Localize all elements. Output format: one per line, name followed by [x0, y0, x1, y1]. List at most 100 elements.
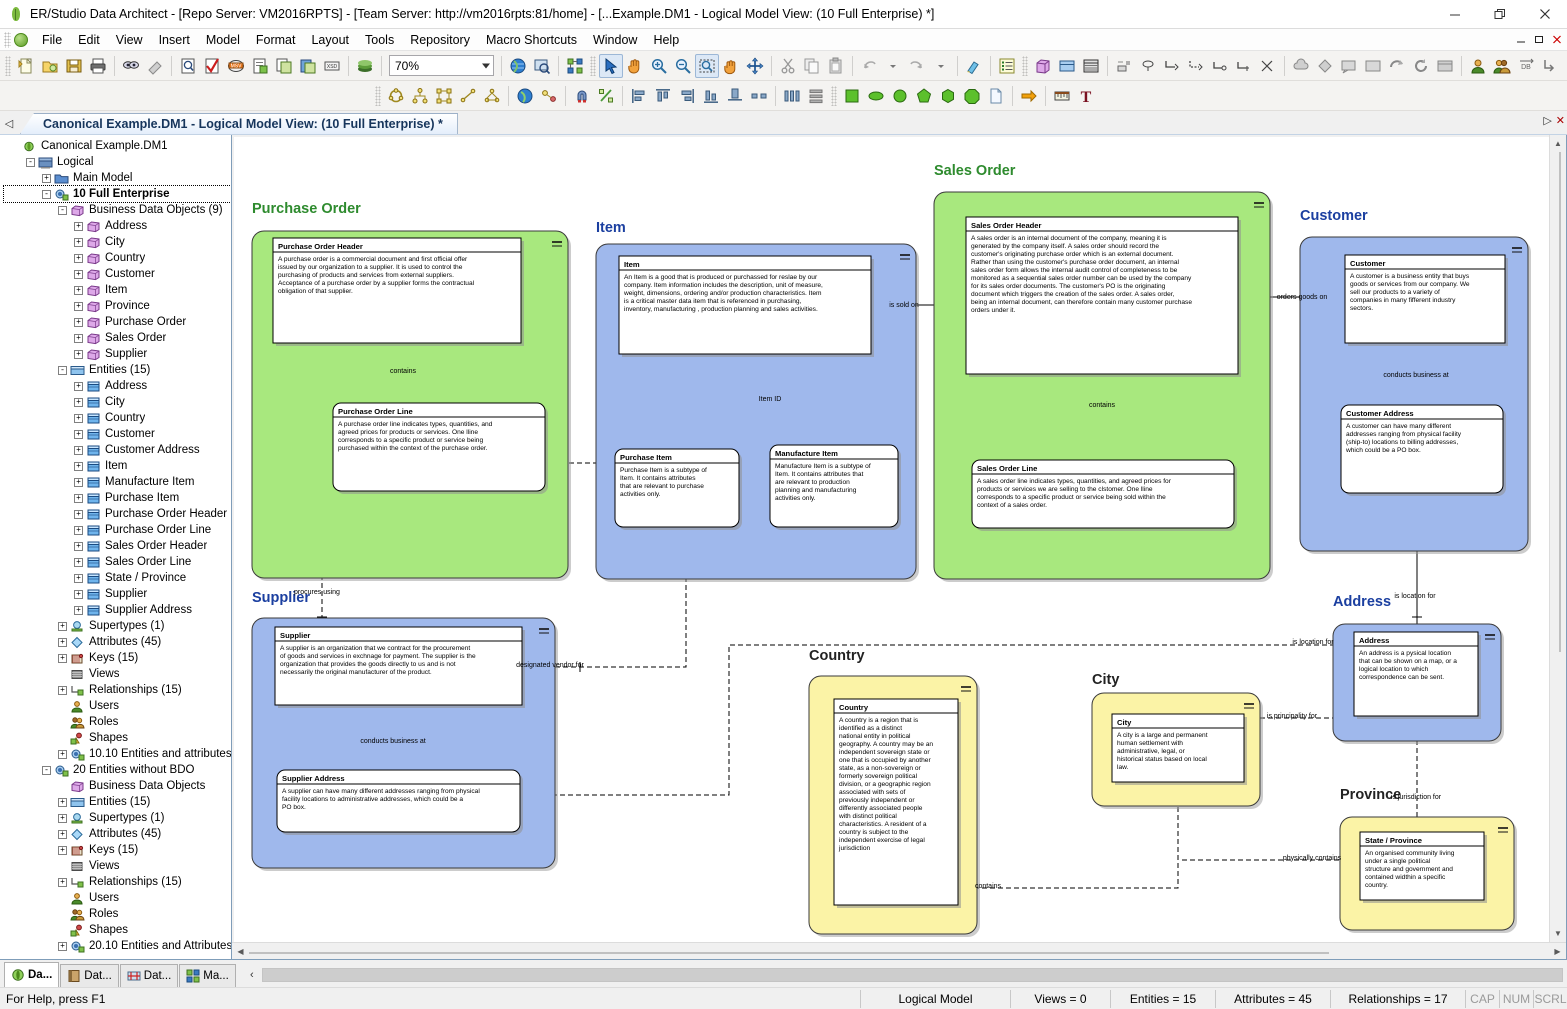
- tree-node[interactable]: + Customer: [4, 266, 231, 282]
- menu-grip-handle[interactable]: [4, 31, 11, 48]
- tree-node[interactable]: Users: [4, 698, 231, 714]
- tree-expand-icon[interactable]: +: [58, 845, 67, 855]
- tree-expand-icon[interactable]: +: [74, 605, 83, 615]
- toolbar-grip-handle-2[interactable]: [590, 55, 596, 76]
- tree-collapse-icon[interactable]: -: [58, 205, 67, 215]
- menu-item-macro-shortcuts[interactable]: Macro Shortcuts: [478, 31, 585, 49]
- entity-box[interactable]: State / ProvinceAn organised community l…: [1359, 831, 1487, 903]
- model-explorer-tree[interactable]: Canonical Example.DM1- Logical + Main Model…: [0, 135, 232, 960]
- tab-scroll-left-icon[interactable]: ◁: [0, 112, 18, 134]
- tree-collapse-icon[interactable]: -: [42, 765, 51, 775]
- fill-hexagon-icon[interactable]: [936, 84, 960, 108]
- menu-item-help[interactable]: Help: [645, 31, 687, 49]
- tree-node[interactable]: + Keys (15): [4, 650, 231, 666]
- print-preview-icon[interactable]: [176, 54, 200, 78]
- tree-expand-icon[interactable]: +: [58, 877, 67, 887]
- macro-icon[interactable]: [563, 54, 587, 78]
- globe-icon[interactable]: [506, 54, 530, 78]
- db-icon[interactable]: DB: [1514, 54, 1538, 78]
- tree-node[interactable]: - 10 Full Enterprise: [3, 185, 231, 203]
- pan-hand-icon[interactable]: [623, 54, 647, 78]
- tree-node[interactable]: Shapes: [4, 922, 231, 938]
- shape-cloud-icon[interactable]: [1289, 54, 1313, 78]
- fill-ellipse-icon[interactable]: [864, 84, 888, 108]
- tree-expand-icon[interactable]: +: [58, 685, 67, 695]
- non-identifying-optional-icon[interactable]: [1208, 54, 1232, 78]
- chevron-down-icon[interactable]: [482, 63, 490, 68]
- entity-box[interactable]: CityA city is a large and permanent human…: [1111, 713, 1247, 785]
- tree-expand-icon[interactable]: +: [74, 253, 83, 263]
- tree-expand-icon[interactable]: +: [58, 637, 67, 647]
- document-tab[interactable]: Canonical Example.DM1 - Logical Model Vi…: [20, 113, 458, 134]
- msv-icon[interactable]: MSV: [224, 54, 248, 78]
- identifying-relationship-icon[interactable]: [1160, 54, 1184, 78]
- mdi-restore-button[interactable]: [1531, 31, 1547, 47]
- align-right-icon[interactable]: [675, 84, 699, 108]
- flow-icon[interactable]: [1538, 54, 1562, 78]
- layout-hierarchic-icon[interactable]: [408, 84, 432, 108]
- tree-expand-icon[interactable]: +: [74, 285, 83, 295]
- copy-model-icon[interactable]: [272, 54, 296, 78]
- tree-expand-icon[interactable]: +: [58, 829, 67, 839]
- align-center-v-icon[interactable]: [747, 84, 771, 108]
- menu-item-window[interactable]: Window: [585, 31, 645, 49]
- tree-expand-icon[interactable]: +: [74, 349, 83, 359]
- tree-node[interactable]: + Customer: [4, 426, 231, 442]
- cut-icon[interactable]: [776, 54, 800, 78]
- data-lineage-icon[interactable]: [530, 54, 554, 78]
- toolbar-grip-handle[interactable]: [5, 55, 11, 76]
- product-tab-3[interactable]: Ma...: [179, 964, 236, 987]
- menu-item-file[interactable]: File: [34, 31, 70, 49]
- grab-hand-icon[interactable]: [719, 54, 743, 78]
- print-icon[interactable]: [86, 54, 110, 78]
- tree-node[interactable]: Views: [4, 858, 231, 874]
- scroll-right-icon[interactable]: ▶: [1549, 942, 1566, 959]
- view-icon[interactable]: [1055, 54, 1079, 78]
- tree-node[interactable]: Views: [4, 666, 231, 682]
- menu-item-model[interactable]: Model: [198, 31, 248, 49]
- tree-node[interactable]: + Country: [4, 250, 231, 266]
- canvas-horizontal-scrollbar[interactable]: ◀ ▶: [232, 942, 1566, 959]
- percent-icon[interactable]: [594, 84, 618, 108]
- product-tab-0[interactable]: Da...: [4, 962, 60, 987]
- shape-refresh-icon[interactable]: [1409, 54, 1433, 78]
- toolbar2-grip-handle-2[interactable]: [831, 85, 837, 106]
- tree-node[interactable]: Roles: [4, 906, 231, 922]
- tree-expand-icon[interactable]: +: [74, 301, 83, 311]
- tab-scroll-right-icon[interactable]: ▷: [1543, 114, 1551, 127]
- text-tool-icon[interactable]: T: [1074, 84, 1098, 108]
- close-button[interactable]: [1522, 0, 1567, 29]
- tree-node[interactable]: - 20 Entities without BDO: [4, 762, 231, 778]
- entity-box[interactable]: CustomerA customer is a business entity …: [1344, 254, 1508, 346]
- product-tab-1[interactable]: Dat...: [60, 964, 119, 987]
- tree-expand-icon[interactable]: +: [74, 429, 83, 439]
- tree-node[interactable]: + Sales Order Header: [4, 538, 231, 554]
- entity-box[interactable]: Manufacture ItemManufacture Item is a su…: [769, 444, 901, 530]
- tree-expand-icon[interactable]: +: [58, 941, 67, 951]
- globe2-icon[interactable]: [513, 84, 537, 108]
- paste-icon[interactable]: [824, 54, 848, 78]
- tree-node[interactable]: + Attributes (45): [4, 634, 231, 650]
- tree-node[interactable]: + Supplier: [4, 586, 231, 602]
- subject-area-icon[interactable]: [537, 84, 561, 108]
- layout-orthogonal-icon[interactable]: [432, 84, 456, 108]
- entity-box[interactable]: CountryA country is a region that is iden…: [833, 698, 961, 908]
- tree-expand-icon[interactable]: +: [74, 541, 83, 551]
- tree-collapse-icon[interactable]: -: [26, 157, 35, 167]
- fill-pentagon-icon[interactable]: [912, 84, 936, 108]
- tree-node[interactable]: + Purchase Item: [4, 490, 231, 506]
- tree-node[interactable]: + Manufacture Item: [4, 474, 231, 490]
- tree-expand-icon[interactable]: +: [74, 333, 83, 343]
- open-document-icon[interactable]: [38, 54, 62, 78]
- mdi-close-button[interactable]: [1549, 31, 1565, 47]
- validate-icon[interactable]: [200, 54, 224, 78]
- list-icon[interactable]: [995, 54, 1019, 78]
- redo-icon[interactable]: [905, 54, 929, 78]
- layout-symmetric-icon[interactable]: [480, 84, 504, 108]
- tree-node[interactable]: + Relationships (15): [4, 682, 231, 698]
- shape-box-icon[interactable]: [1361, 54, 1385, 78]
- panel-collapse-icon[interactable]: ‹: [245, 965, 259, 985]
- tree-expand-icon[interactable]: +: [74, 237, 83, 247]
- vscroll-thumb[interactable]: [1559, 152, 1561, 652]
- scroll-up-icon[interactable]: ▲: [1549, 135, 1566, 152]
